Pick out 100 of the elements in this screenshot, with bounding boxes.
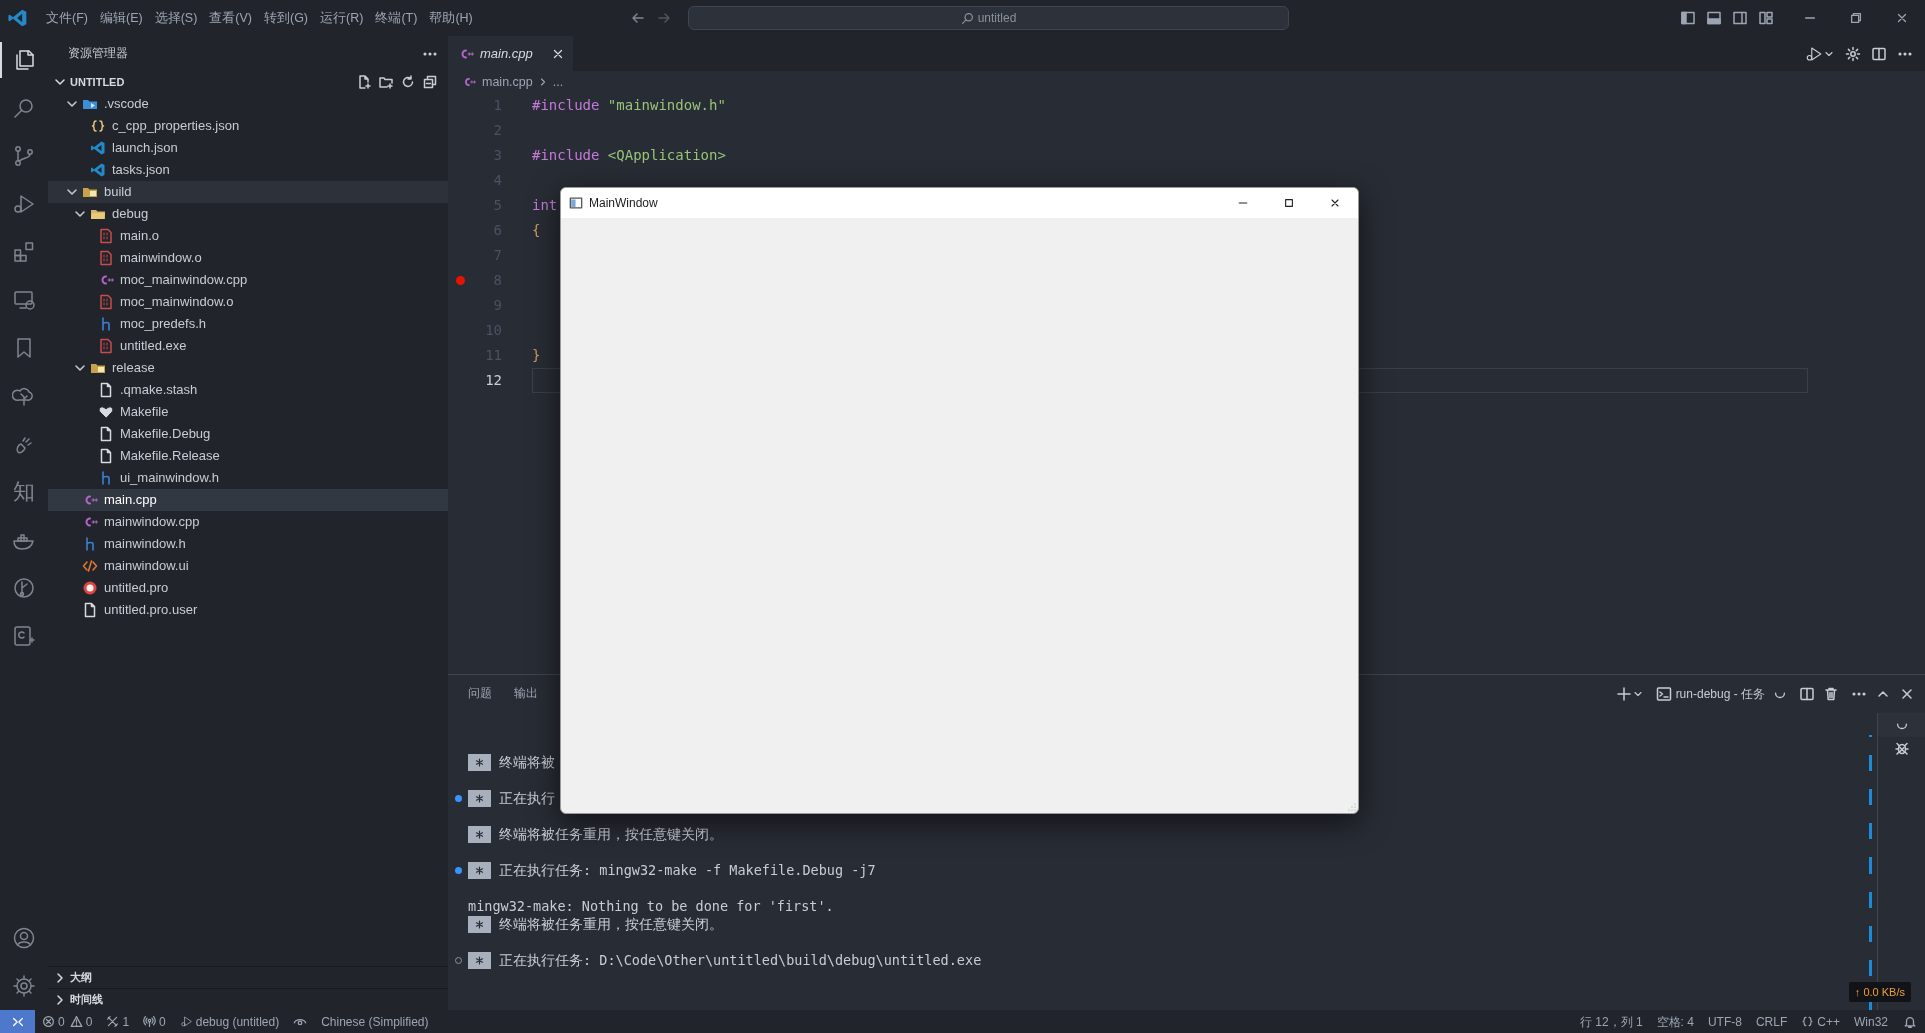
encoding-status[interactable]: UTF-8	[1700, 1010, 1749, 1033]
search-icon[interactable]	[12, 96, 36, 120]
menu-item[interactable]: 帮助(H)	[423, 8, 479, 28]
debug-config-status[interactable]: debug (untitled)	[172, 1010, 287, 1033]
tree-item[interactable]: mainwindow.h	[48, 533, 448, 555]
asterisk-icon	[468, 789, 491, 807]
close-icon[interactable]	[1899, 686, 1915, 702]
panel-tab[interactable]: 输出	[514, 685, 538, 703]
new-folder-icon[interactable]	[378, 74, 394, 90]
tree-item[interactable]: main.cpp	[48, 489, 448, 511]
restore-icon[interactable]	[1849, 11, 1863, 25]
tree-item[interactable]: Makefile.Debug	[48, 423, 448, 445]
command-center-search-field[interactable]: untitled	[688, 6, 1289, 30]
tree-item[interactable]: untitled.pro.user	[48, 599, 448, 621]
tree-item[interactable]: moc_mainwindow.o	[48, 291, 448, 313]
git-graph-icon[interactable]	[12, 576, 36, 600]
tree-item[interactable]: untitled.exe	[48, 335, 448, 357]
problems-status[interactable]: 0 0	[35, 1010, 100, 1033]
sidebar-title: 资源管理器	[68, 45, 128, 61]
bug-icon[interactable]	[1893, 740, 1910, 756]
run-debug-icon[interactable]	[12, 192, 36, 216]
tree-item[interactable]: Makefile	[48, 401, 448, 423]
character-icon[interactable]: 知	[13, 481, 35, 503]
toggle-secondary-sidebar-icon[interactable]	[1732, 10, 1748, 26]
tree-item[interactable]: debug	[48, 203, 448, 225]
language-pack-status[interactable]: Chinese (Simplified)	[314, 1010, 436, 1033]
editor-tab[interactable]: main.cpp	[448, 36, 573, 71]
menu-item[interactable]: 选择(S)	[148, 8, 204, 28]
split-editor-icon[interactable]	[1871, 45, 1887, 62]
plus-icon[interactable]	[1615, 686, 1632, 702]
tree-item[interactable]: Makefile.Release	[48, 445, 448, 467]
breadcrumb-item[interactable]: ...	[552, 72, 564, 92]
tree-item[interactable]: ui_mainwindow.h	[48, 467, 448, 489]
remote-button[interactable]	[0, 1010, 35, 1033]
tree-item[interactable]: mainwindow.cpp	[48, 511, 448, 533]
heart-icon	[98, 404, 114, 420]
collapse-all-icon[interactable]	[422, 74, 438, 90]
remote-explorer-icon[interactable]	[12, 288, 36, 312]
terminal-line: 终端将被任务重用，按任意键关闭。	[499, 914, 723, 934]
terminal-line: 终端将被任务重用，按任意键关闭。	[499, 824, 723, 844]
tree-item[interactable]: c_cpp_properties.json	[48, 115, 448, 137]
cursor-position-status[interactable]: 行 12，列 1	[1572, 1010, 1650, 1033]
code-line: }	[532, 346, 541, 365]
menu-item[interactable]: 转到(G)	[258, 8, 315, 28]
tree-item[interactable]: release	[48, 357, 448, 379]
panel-tab[interactable]: 问题	[468, 685, 492, 703]
refresh-icon[interactable]	[400, 74, 416, 90]
tree-item[interactable]: mainwindow.ui	[48, 555, 448, 577]
close-icon[interactable]	[1895, 11, 1909, 25]
trash-icon[interactable]	[1823, 686, 1839, 702]
tree-item[interactable]: build	[48, 181, 448, 203]
tree-item[interactable]: launch.json	[48, 137, 448, 159]
file-icon	[98, 448, 114, 464]
cpp-file-icon	[462, 75, 476, 89]
asterisk-icon	[468, 825, 491, 843]
tree-item[interactable]: tasks.json	[48, 159, 448, 181]
source-control-icon[interactable]	[12, 144, 36, 168]
error-icon	[42, 1015, 55, 1028]
close-icon[interactable]	[1329, 197, 1341, 209]
breakpoint-icon[interactable]	[455, 276, 465, 285]
tree-item[interactable]: main.o	[48, 225, 448, 247]
language-mode-status[interactable]: C++	[1794, 1010, 1847, 1033]
tree-item[interactable]: untitled.pro	[48, 577, 448, 599]
account-icon[interactable]	[12, 926, 36, 950]
split-terminal-icon[interactable]	[1799, 686, 1815, 702]
run-debug-icon[interactable]	[1805, 44, 1823, 63]
settings-icon[interactable]	[1845, 45, 1861, 62]
command-status-icon[interactable]	[454, 866, 462, 874]
new-file-icon[interactable]	[356, 74, 372, 90]
indentation-status[interactable]: 空格: 4	[1649, 1010, 1701, 1033]
toggle-sidebar-icon[interactable]	[1680, 10, 1696, 26]
tree-item[interactable]: .qmake.stash	[48, 379, 448, 401]
back-arrow-icon[interactable]	[630, 10, 646, 26]
maximize-icon[interactable]	[1283, 197, 1295, 209]
toggle-panel-icon[interactable]	[1706, 10, 1722, 26]
breadcrumb-item[interactable]: main.cpp	[482, 72, 533, 92]
menu-item[interactable]: 查看(V)	[203, 8, 258, 28]
menu-item[interactable]: 编辑(E)	[93, 8, 149, 28]
settings-icon[interactable]	[12, 974, 36, 998]
bell-icon[interactable]	[1903, 1014, 1917, 1029]
tree-item[interactable]: moc_mainwindow.cpp	[48, 269, 448, 291]
tree-item[interactable]: mainwindow.o	[48, 247, 448, 269]
customize-layout-icon[interactable]	[1758, 10, 1774, 26]
section-header[interactable]: 大纲	[48, 966, 448, 988]
workspace-header[interactable]: UNTITLED	[52, 73, 125, 91]
command-status-icon[interactable]	[454, 794, 462, 802]
antenna-icon	[143, 1015, 157, 1028]
menu-item[interactable]: 文件(F)	[40, 8, 94, 28]
tree-item[interactable]: moc_predefs.h	[48, 313, 448, 335]
menu-item[interactable]: 运行(R)	[314, 8, 370, 28]
code-line: int	[532, 196, 558, 215]
tree-item[interactable]: .vscode	[48, 93, 448, 115]
terminal-selector[interactable]: run-debug - 任务	[1655, 685, 1765, 703]
tools-status[interactable]: 1	[99, 1010, 137, 1033]
menu-item[interactable]: 终端(T)	[369, 8, 424, 28]
platform-status[interactable]: Win32	[1847, 1010, 1895, 1033]
code-tag-icon	[82, 558, 98, 574]
extensions-icon[interactable]	[12, 240, 36, 264]
ports-status[interactable]: 0	[136, 1010, 173, 1033]
line-ending-status[interactable]: CRLF	[1748, 1010, 1795, 1033]
